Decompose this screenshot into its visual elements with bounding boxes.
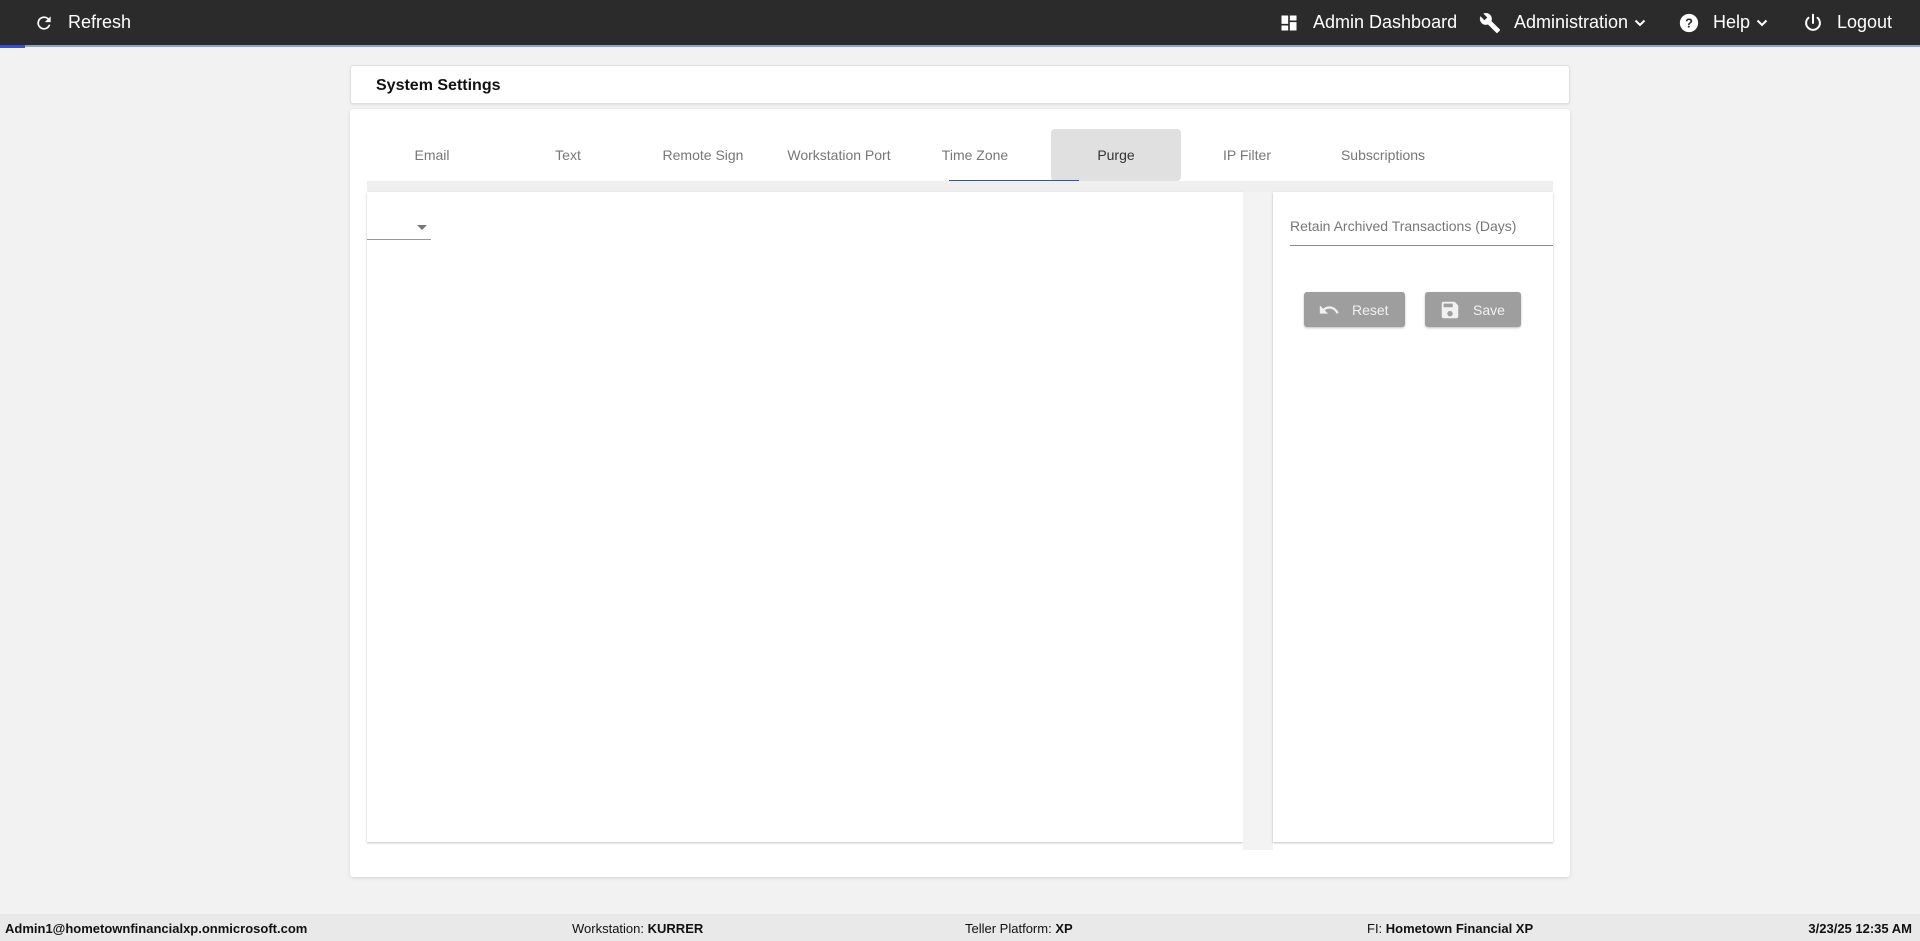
save-button[interactable]: Save xyxy=(1425,292,1521,327)
footer-datetime: 3/23/25 12:35 AM xyxy=(1808,921,1912,936)
tab-workstation-port[interactable]: Workstation Port xyxy=(774,129,904,181)
tab-time-zone[interactable]: Time Zone xyxy=(910,129,1040,181)
tabs-divider xyxy=(367,181,1553,192)
purge-select[interactable] xyxy=(367,212,431,240)
page-header-card: System Settings xyxy=(350,65,1570,104)
wrench-icon xyxy=(1478,11,1502,35)
refresh-icon xyxy=(32,11,56,35)
dashboard-icon xyxy=(1277,11,1301,35)
undo-icon xyxy=(1318,299,1340,321)
footer-workstation: Workstation: KURRER xyxy=(572,921,703,936)
tab-text[interactable]: Text xyxy=(503,129,633,181)
power-icon xyxy=(1801,11,1825,35)
status-footer: Admin1@hometownfinancialxp.onmicrosoft.c… xyxy=(0,914,1920,941)
footer-datetime-value: 3/23/25 12:35 AM xyxy=(1808,921,1912,936)
logout-button[interactable]: Logout xyxy=(1801,0,1892,45)
administration-label: Administration xyxy=(1514,12,1629,32)
svg-text:?: ? xyxy=(1685,15,1693,30)
footer-user-value: Admin1@hometownfinancialxp.onmicrosoft.c… xyxy=(5,921,308,936)
top-navbar: Refresh Admin Dashboard Administration ?… xyxy=(0,0,1920,48)
administration-menu[interactable]: Administration xyxy=(1478,0,1648,45)
footer-fi-value: Hometown Financial XP xyxy=(1385,921,1534,936)
footer-user: Admin1@hometownfinancialxp.onmicrosoft.c… xyxy=(5,921,307,936)
footer-fi-label: FI: xyxy=(1367,921,1383,936)
retain-archived-days-input[interactable] xyxy=(1290,216,1553,245)
help-label: Help xyxy=(1713,12,1751,32)
page-title: System Settings xyxy=(376,77,501,94)
tab-ip-filter[interactable]: IP Filter xyxy=(1182,129,1312,181)
refresh-label: Refresh xyxy=(68,12,132,32)
footer-workstation-value: KURRER xyxy=(647,921,704,936)
help-icon: ? xyxy=(1677,11,1701,35)
footer-fi: FI: Hometown Financial XP xyxy=(1367,921,1533,936)
chevron-down-icon xyxy=(1756,16,1770,30)
footer-teller-platform: Teller Platform: XP xyxy=(965,921,1073,936)
reset-button[interactable]: Reset xyxy=(1304,292,1405,327)
refresh-button[interactable]: Refresh xyxy=(32,0,131,45)
save-label: Save xyxy=(1473,301,1505,318)
logout-label: Logout xyxy=(1837,12,1893,32)
tab-remote-sign[interactable]: Remote Sign xyxy=(638,129,768,181)
panel-gap xyxy=(1243,192,1273,850)
footer-workstation-label: Workstation: xyxy=(572,921,645,936)
retain-archived-days-field[interactable]: Retain Archived Transactions (Days) xyxy=(1290,216,1553,246)
admin-dashboard-button[interactable]: Admin Dashboard xyxy=(1277,0,1457,45)
right-panel: Retain Archived Transactions (Days) Rese… xyxy=(1273,192,1553,842)
settings-tabs: Email Text Remote Sign Workstation Port … xyxy=(367,129,1553,192)
tab-purge[interactable]: Purge xyxy=(1051,129,1181,181)
tab-subscriptions[interactable]: Subscriptions xyxy=(1318,129,1448,181)
save-icon xyxy=(1439,299,1461,321)
reset-label: Reset xyxy=(1352,301,1389,318)
progress-line xyxy=(0,45,1920,48)
progress-indicator xyxy=(0,45,25,48)
settings-card: Email Text Remote Sign Workstation Port … xyxy=(350,109,1570,877)
tab-email[interactable]: Email xyxy=(367,129,497,181)
footer-teller-value: XP xyxy=(1055,921,1073,936)
left-panel xyxy=(367,192,1243,842)
help-menu[interactable]: ? Help xyxy=(1677,0,1770,45)
dropdown-arrow-icon xyxy=(417,225,427,230)
admin-dashboard-label: Admin Dashboard xyxy=(1313,12,1458,32)
footer-teller-label: Teller Platform: xyxy=(965,921,1052,936)
chevron-down-icon xyxy=(1634,16,1648,30)
